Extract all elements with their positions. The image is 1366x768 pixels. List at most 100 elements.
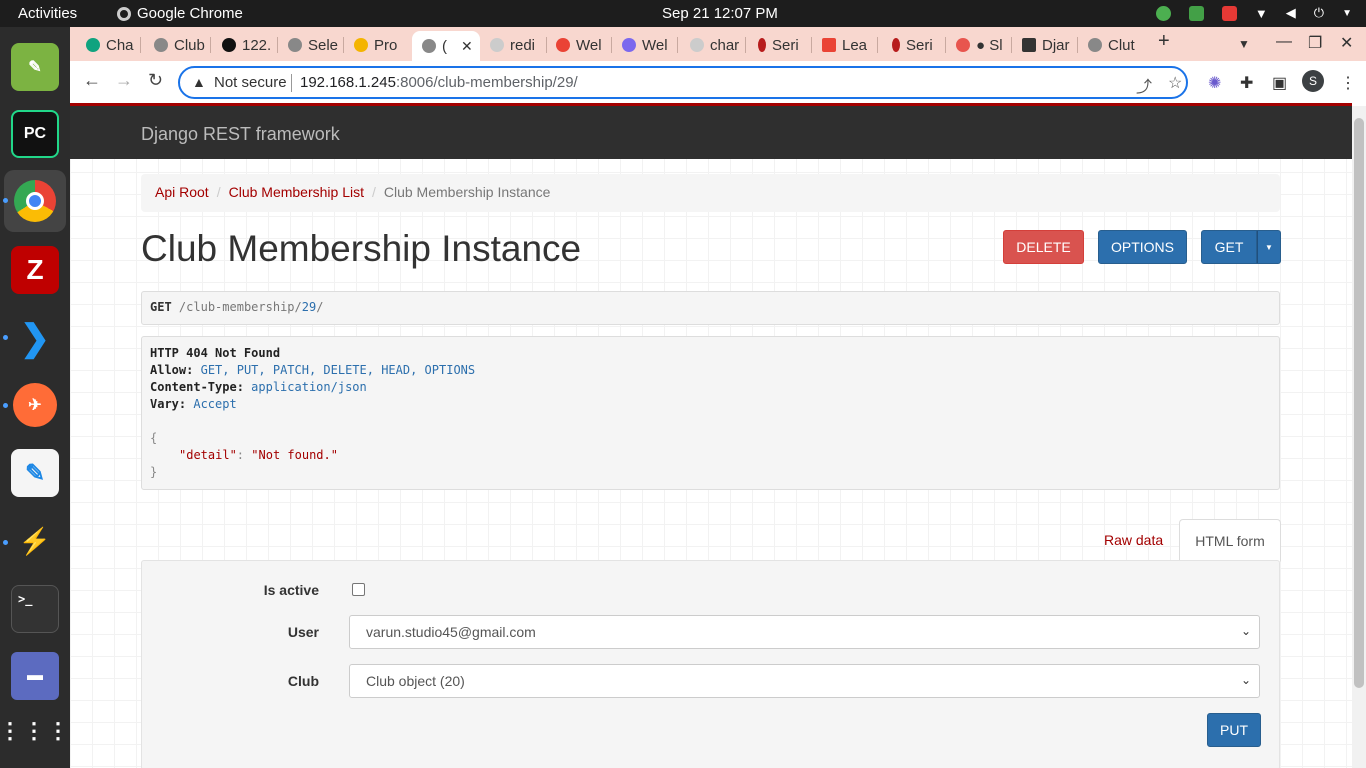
club-label: Club [287,673,319,689]
tray-menu-chevron-icon[interactable]: ▼ [1342,8,1352,19]
anydesk-icon[interactable] [1221,5,1237,21]
breadcrumb: Api Root / Club Membership List / Club Membe… [141,174,1280,212]
browser-tab[interactable]: Seri [748,31,810,59]
app-menu[interactable]: Google Chrome [117,5,243,22]
browser-window: Cha Club 122. Sele Pro (✕ redi Wel Wel c… [70,27,1366,768]
page-title: Club Membership Instance [141,228,582,269]
share-icon[interactable]: ⤴ [1136,73,1152,97]
browser-tab[interactable]: Pro [344,31,406,59]
terminal-icon[interactable]: >_ [11,585,59,633]
drf-brand-link[interactable]: Django REST framework [141,124,340,145]
tab-close-icon[interactable]: ✕ [461,38,473,55]
breadcrumb-api-root[interactable]: Api Root [155,184,209,200]
pycharm-icon[interactable]: PC [11,110,59,158]
notes-app-icon[interactable]: ✎ [11,43,59,91]
reload-icon[interactable]: ↻ [148,70,163,91]
activities-button[interactable]: Activities [18,5,77,22]
address-divider [291,74,292,92]
browser-tab[interactable]: 122. [212,31,274,59]
vscode-icon[interactable]: ❯ [11,314,59,362]
tab-favicon-icon [1088,38,1102,52]
browser-tab[interactable]: char [680,31,742,59]
club-select[interactable]: Club object (20) ⌄ [349,664,1260,698]
user-select-value: varun.studio45@gmail.com [366,624,536,640]
system-tray[interactable]: ▼ ◀ ⏻ ▼ [1155,5,1352,21]
browser-tab-active[interactable]: (✕ [412,31,480,61]
chrome-menu-icon[interactable]: ⋮ [1340,73,1356,93]
is-active-checkbox[interactable] [352,583,365,596]
page-scrollbar[interactable] [1352,106,1366,768]
header-vary-key: Vary: [150,397,187,411]
minimize-icon[interactable]: — [1276,33,1292,51]
tab-label: Seri [772,36,799,54]
browser-tab[interactable]: Djar [1012,31,1074,59]
header-content-type-key: Content-Type: [150,380,244,394]
wifi-icon[interactable]: ▼ [1255,6,1268,21]
browser-tab[interactable]: Clut [1078,31,1140,59]
tab-label: Djar [1042,36,1070,54]
tab-favicon-icon [956,38,970,52]
chevron-down-icon: ⌄ [1240,624,1251,638]
maximize-icon[interactable]: ❐ [1308,33,1322,53]
user-select[interactable]: varun.studio45@gmail.com ⌄ [349,615,1260,649]
breadcrumb-club-membership-list[interactable]: Club Membership List [229,184,364,200]
options-button[interactable]: OPTIONS [1098,230,1187,264]
put-button[interactable]: PUT [1207,713,1261,747]
browser-tab[interactable]: Sele [278,31,340,59]
request-method: GET [150,300,172,314]
browser-tab[interactable]: Club [144,31,206,59]
tab-strip: Cha Club 122. Sele Pro (✕ redi Wel Wel c… [70,27,1366,61]
tab-favicon-icon [892,38,900,52]
tab-label: Lea [842,36,868,54]
warning-icon[interactable]: ▲ [192,74,206,90]
text-editor-icon[interactable]: ✎ [11,449,59,497]
gmail-favicon-icon [822,38,836,52]
profile-avatar[interactable]: S [1302,70,1324,92]
browser-tab[interactable]: ● Sl [946,31,1008,59]
tab-search-chevron-icon[interactable]: ▼ [1238,37,1250,51]
address-bar[interactable]: ▲ Not secure 192.168.1.245:8006/club-mem… [178,66,1188,99]
running-indicator [3,198,8,203]
postman-icon[interactable]: ✈ [11,381,59,429]
json-close-brace: } [150,465,158,479]
delete-button[interactable]: DELETE [1003,230,1084,264]
back-icon[interactable]: ← [83,70,101,91]
response-status: HTTP 404 Not Found [150,346,281,360]
new-tab-icon[interactable]: + [1158,30,1170,53]
chrome-icon[interactable] [11,177,59,225]
network-app-icon[interactable]: ⚡ [11,517,59,565]
browser-tab[interactable]: Wel [546,31,608,59]
get-button[interactable]: GET [1201,230,1257,264]
files-icon[interactable]: ▬ [11,652,59,700]
side-panel-icon[interactable]: ▣ [1272,73,1287,93]
filezilla-icon[interactable]: Z [11,246,59,294]
request-info: GET /club-membership/29/ [141,291,1280,325]
update-icon[interactable] [1155,5,1171,21]
forward-icon[interactable]: → [115,70,133,91]
browser-tab[interactable]: redi [480,31,542,59]
volume-icon[interactable]: ◀ [1286,5,1296,21]
close-window-icon[interactable]: ✕ [1340,33,1353,53]
security-label[interactable]: Not secure [214,74,287,91]
browser-tab[interactable]: Cha [76,31,138,59]
browser-tab[interactable]: Lea [812,31,874,59]
show-apps-icon[interactable]: ⋮⋮⋮ [0,707,69,755]
extension-icon[interactable]: ✺ [1208,73,1221,93]
power-icon[interactable]: ⏻ [1314,5,1324,21]
url-text[interactable]: 192.168.1.245:8006/club-membership/29/ [300,74,578,91]
tab-html-form[interactable]: HTML form [1179,519,1281,562]
extensions-puzzle-icon[interactable]: ✚ [1240,73,1253,93]
tab-label: char [710,36,740,54]
browser-tab[interactable]: Wel [612,31,674,59]
scrollbar-thumb[interactable] [1354,118,1364,688]
tab-raw-data[interactable]: Raw data [1104,532,1163,548]
browser-tab[interactable]: Seri [882,31,944,59]
bookmark-star-icon[interactable]: ☆ [1168,73,1182,93]
clock[interactable]: Sep 21 12:07 PM [662,5,778,22]
is-active-label: Is active [263,582,319,598]
get-format-dropdown[interactable]: ▼ [1257,230,1281,264]
toolbar: ← → ↻ ▲ Not secure 192.168.1.245:8006/cl… [70,61,1366,103]
tab-label: 122. [242,36,272,54]
running-indicator [3,335,8,340]
check-icon[interactable] [1188,5,1204,21]
